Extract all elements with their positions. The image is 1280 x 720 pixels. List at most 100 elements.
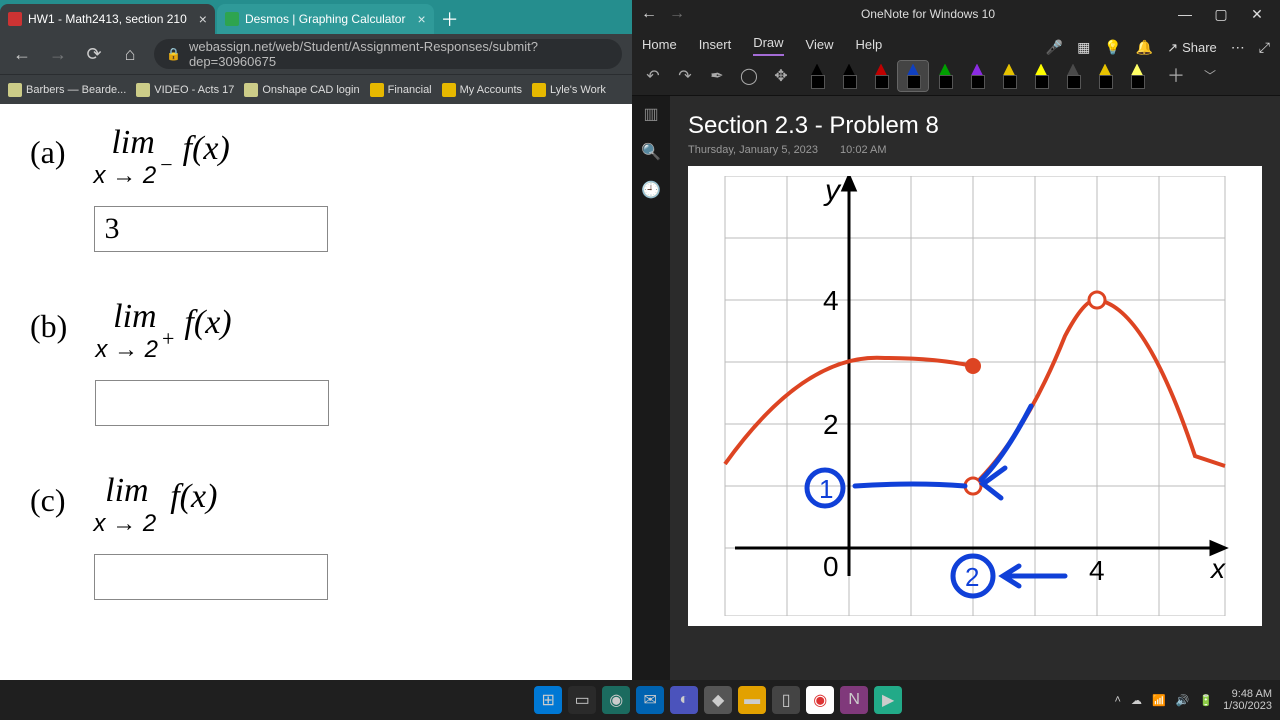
app-icon[interactable]: ◆ [704,686,732,714]
idea-icon[interactable]: 💡 [1104,39,1121,56]
edge-icon[interactable]: ◉ [602,686,630,714]
address-bar[interactable]: 🔒 webassign.net/web/Student/Assignment-R… [154,39,622,69]
lim-function: f(x) [170,478,217,516]
share-label: Share [1182,40,1217,55]
recent-icon[interactable]: 🕘 [641,180,661,200]
outlook-icon[interactable]: ✉ [636,686,664,714]
task-view-icon[interactable]: ▭ [568,686,596,714]
more-icon[interactable]: ⋯ [1231,39,1245,56]
answer-input-c[interactable] [94,554,328,600]
time-text: 9:48 AM [1223,688,1272,700]
pen-black[interactable] [802,61,832,91]
back-button[interactable]: ← [638,5,660,23]
search-icon[interactable]: 🔍 [641,142,661,162]
forward-button[interactable]: → [46,42,70,66]
tab-desmos[interactable]: Desmos | Graphing Calculator × [217,4,434,34]
tab-help[interactable]: Help [856,37,883,56]
dictate-icon[interactable]: 🎤 [1046,39,1063,56]
fullscreen-icon[interactable]: ⤢ [1259,39,1270,56]
clock[interactable]: 9:48 AM 1/30/2023 [1223,688,1272,712]
tab-webassign[interactable]: HW1 - Math2413, section 210 × [0,4,215,34]
ribbon-tabs: Home Insert Draw View Help 🎤 ▦ 💡 🔔 ↗Shar… [632,28,1280,56]
bookmark-label: My Accounts [460,84,522,96]
explorer-icon[interactable]: ▬ [738,686,766,714]
onedrive-icon[interactable]: ☁ [1131,694,1142,707]
pen-blue[interactable] [898,61,928,91]
app-icon[interactable]: ▯ [772,686,800,714]
folder-icon [442,83,456,97]
system-tray[interactable]: ˄ ☁ 📶 🔊 🔋 9:48 AM 1/30/2023 [1115,688,1272,712]
maximize-button[interactable]: ▢ [1204,2,1238,26]
ink-note-1: 1 [819,474,833,504]
reload-button[interactable]: ⟳ [82,42,106,66]
share-button[interactable]: ↗Share [1167,40,1217,56]
undo-button[interactable]: ↶ [642,65,664,87]
tab-home[interactable]: Home [642,37,677,56]
lasso-tool[interactable]: ◯ [738,65,760,87]
close-icon[interactable]: × [417,11,425,27]
pen-purple[interactable] [962,61,992,91]
taskbar-apps: ⊞ ▭ ◉ ✉ ◐ ◆ ▬ ▯ ◉ N ▶ [534,686,902,714]
bookmark-item[interactable]: Financial [370,83,432,97]
tab-insert[interactable]: Insert [699,37,732,56]
bookmark-item[interactable]: VIDEO - Acts 17 [136,83,234,97]
tab-view[interactable]: View [806,37,834,56]
app-icon[interactable]: ▶ [874,686,902,714]
bell-icon[interactable]: 🔔 [1136,39,1153,56]
pen-gold[interactable] [994,61,1024,91]
lim-symbol: lim [113,298,156,336]
answer-input-b[interactable] [95,380,329,426]
teams-icon[interactable]: ◐ [670,686,698,714]
home-button[interactable]: ⌂ [118,42,142,66]
pan-tool[interactable]: ✥ [770,65,792,87]
onenote-icon[interactable]: N [840,686,868,714]
bookmark-item[interactable]: My Accounts [442,83,522,97]
lim-symbol: lim [111,124,154,162]
chevron-up-icon[interactable]: ˄ [1115,694,1121,706]
bookmark-item[interactable]: Barbers — Bearde... [8,83,126,97]
lim-approach: x → 2 [94,510,157,538]
question-c: (c) lim x → 2 f(x) [30,472,602,600]
lim-approach: x → 2 [94,162,157,190]
lock-icon: 🔒 [166,47,181,61]
bookmark-item[interactable]: Onshape CAD login [244,83,359,97]
back-button[interactable]: ← [10,42,34,66]
page-title[interactable]: Section 2.3 - Problem 8 [688,112,1262,140]
onenote-window: ← → OneNote for Windows 10 — ▢ ✕ Home In… [632,0,1280,680]
forward-button[interactable]: → [666,5,688,23]
close-button[interactable]: ✕ [1240,2,1274,26]
chrome-icon[interactable]: ◉ [806,686,834,714]
feed-icon[interactable]: ▦ [1077,39,1090,56]
start-button[interactable]: ⊞ [534,686,562,714]
select-tool[interactable]: ✒ [706,65,728,87]
pen-green[interactable] [930,61,960,91]
bookmark-item[interactable]: Lyle's Work [532,83,606,97]
onenote-sidebar: ▥ 🔍 🕘 [632,96,670,680]
minimize-button[interactable]: — [1168,2,1202,26]
tab-draw[interactable]: Draw [753,35,783,56]
lim-direction: + [162,326,174,352]
highlighter-lightyellow[interactable] [1122,61,1152,91]
answer-input-a[interactable] [94,206,328,252]
highlighter-yellow[interactable] [1026,61,1056,91]
pen-red[interactable] [866,61,896,91]
highlighter-grey[interactable] [1058,61,1088,91]
onenote-page[interactable]: Section 2.3 - Problem 8 Thursday, Januar… [670,96,1280,680]
wifi-icon[interactable]: 📶 [1152,694,1166,707]
pen-black-thin[interactable] [834,61,864,91]
navigation-icon[interactable]: ▥ [643,104,658,124]
webassign-page: (a) lim x → 2− f(x) (b) [0,104,632,680]
chrome-tabstrip: HW1 - Math2413, section 210 × Desmos | G… [0,0,632,34]
new-tab-button[interactable]: ＋ [436,6,464,34]
x-tick-4: 4 [1089,555,1105,586]
battery-icon[interactable]: 🔋 [1199,694,1213,707]
redo-button[interactable]: ↷ [674,65,696,87]
graph-canvas[interactable]: y x 4 2 0 4 [688,166,1262,626]
highlighter-gold[interactable] [1090,61,1120,91]
draw-toolbar: ↶ ↷ ✒ ◯ ✥ ＋ ﹀ [632,56,1280,96]
close-icon[interactable]: × [199,11,207,27]
folder-icon [532,83,546,97]
add-pen-button[interactable]: ＋ [1162,62,1190,90]
volume-icon[interactable]: 🔊 [1176,694,1190,707]
chevron-down-icon[interactable]: ﹀ [1200,67,1220,84]
